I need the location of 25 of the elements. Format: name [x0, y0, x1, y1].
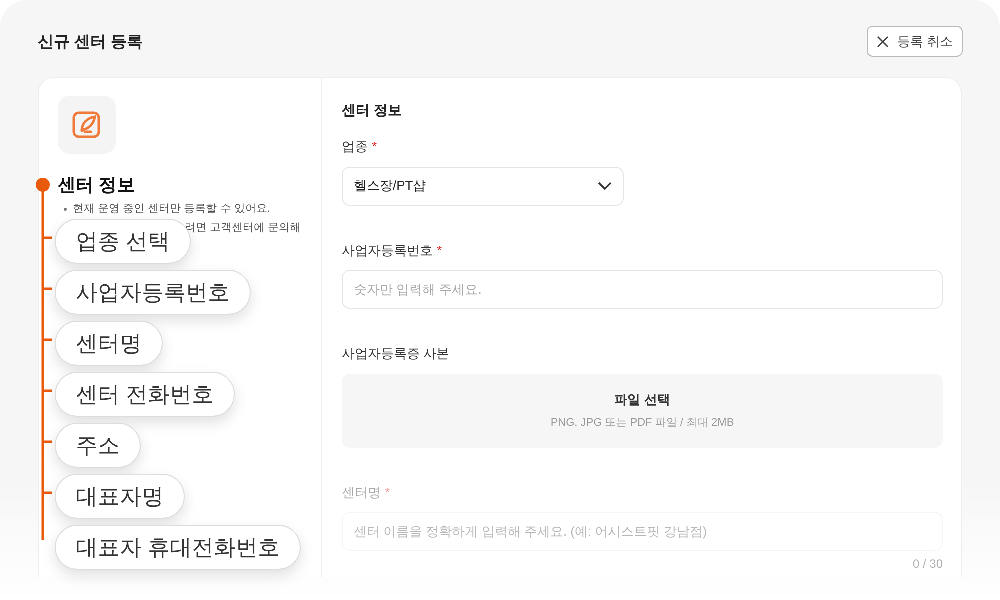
input-field[interactable]: 숫자만 입력해 주세요. — [342, 270, 943, 309]
pen-icon — [72, 110, 102, 140]
section-heading: 센터 정보 — [58, 174, 136, 197]
bullet-icon — [64, 208, 67, 210]
step-chip: 주소 — [55, 423, 141, 468]
step-chip: 센터명 — [55, 321, 163, 366]
close-icon — [877, 36, 890, 48]
file-upload-area[interactable]: 파일 선택 PNG, JPG 또는 PDF 파일 / 최대 2MB — [342, 374, 943, 448]
field-label: 센터명 * — [342, 484, 392, 502]
note-text: 현재 운영 중인 센터만 등록할 수 있어요. — [73, 202, 270, 217]
step-chip: 사업자등록번호 — [55, 270, 251, 315]
step-chip: 대표자명 — [55, 474, 185, 519]
cancel-button[interactable]: 등록 취소 — [867, 26, 963, 57]
step-chip: 대표자 휴대전화번호 — [55, 525, 302, 570]
chevron-down-icon — [598, 182, 612, 190]
field-label: 업종 * — [342, 138, 378, 156]
note-text: 려면 고객센터에 문의해 — [185, 221, 302, 236]
category-select[interactable]: 헬스장/PT샵 — [342, 166, 624, 206]
form-heading: 센터 정보 — [342, 101, 403, 120]
step-chip: 센터 전화번호 — [55, 372, 236, 417]
input-field[interactable]: 센터 이름을 정확하게 입력해 주세요. (예: 어시스트핏 강남점) — [342, 512, 943, 551]
character-counter: 0 / 30 — [912, 556, 943, 573]
field-label: 사업자등록번호 * — [342, 242, 444, 260]
field-label: 사업자등록증 사본 — [342, 345, 451, 363]
page-title: 신규 센터 등록 — [38, 33, 143, 53]
